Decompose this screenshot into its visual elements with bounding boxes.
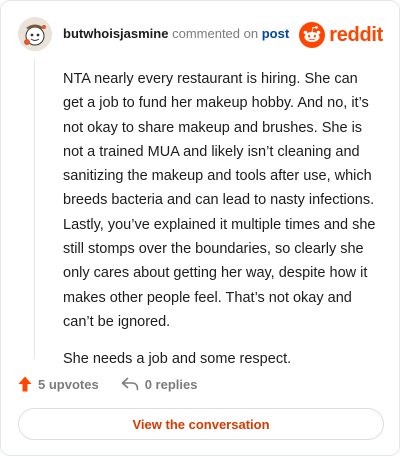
reply-button[interactable]: 0 replies: [121, 376, 198, 392]
reddit-logo-icon: [299, 22, 326, 48]
upvote-count: 5 upvotes: [38, 376, 99, 392]
username-link[interactable]: butwhoisjasmine: [63, 26, 168, 41]
avatar[interactable]: [18, 17, 52, 51]
reply-arrow-icon: [121, 377, 138, 391]
comment-card: butwhoisjasmine commented on post reddit…: [0, 0, 400, 456]
comment-paragraph: She needs a job and some respect.: [63, 351, 292, 368]
byline-action: commented on: [172, 26, 259, 41]
comment-actions: 5 upvotes 0 replies: [18, 375, 197, 393]
post-link[interactable]: post: [262, 26, 289, 41]
byline: butwhoisjasmine commented on post: [63, 26, 289, 42]
reddit-brand[interactable]: reddit: [299, 21, 383, 49]
reddit-wordmark: reddit: [329, 23, 383, 46]
thread-line: [34, 59, 35, 359]
upvote-arrow-icon: [18, 376, 32, 392]
snoo-avatar-icon: [18, 17, 52, 51]
reply-count: 0 replies: [144, 376, 198, 392]
comment-header: butwhoisjasmine commented on post reddit: [18, 17, 383, 53]
upvote-button[interactable]: 5 upvotes: [18, 376, 99, 392]
comment-paragraph: NTA nearly every restaurant is hiring. S…: [63, 71, 376, 330]
view-conversation-button[interactable]: View the conversation: [18, 408, 384, 440]
comment-body: NTA nearly every restaurant is hiring. S…: [63, 67, 381, 385]
